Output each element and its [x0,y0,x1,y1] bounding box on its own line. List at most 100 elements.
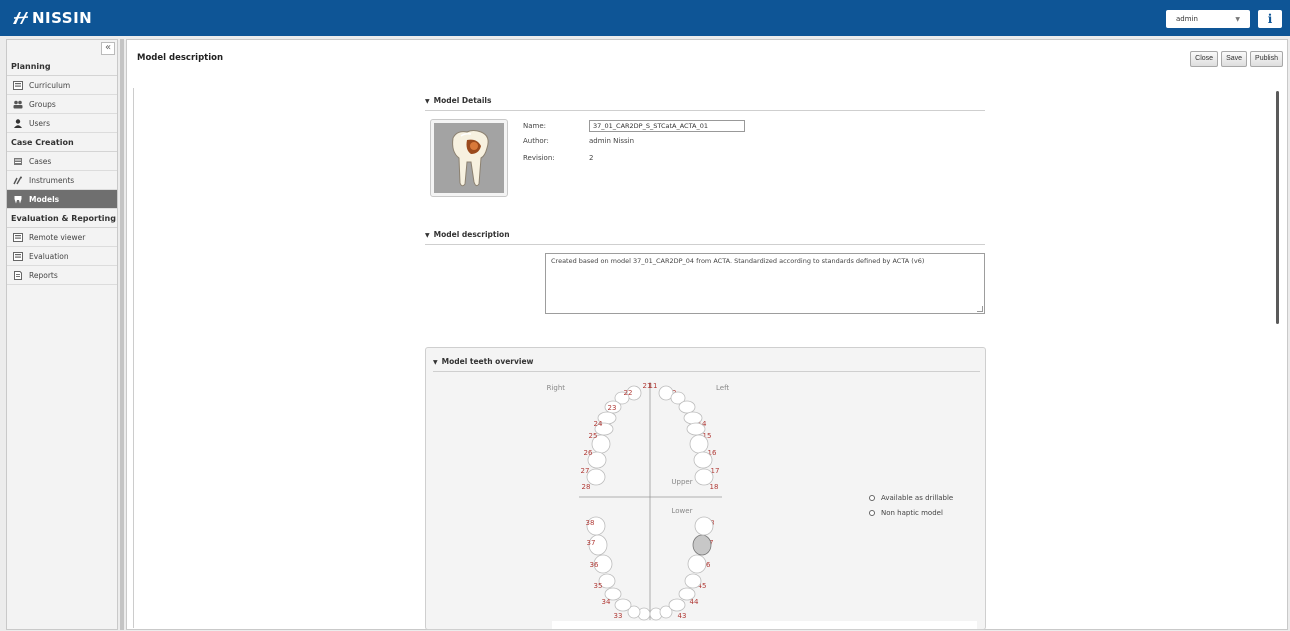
tooth-28[interactable] [694,468,714,486]
curriculum-icon [13,80,23,90]
radio-button[interactable] [869,495,875,501]
user-icon [14,118,22,128]
description-textarea[interactable]: Created based on model 37_01_CAR2DP_04 f… [545,253,985,314]
tooth-label-33: 33 [614,612,623,620]
tooth-label-26: 26 [584,449,593,457]
tooth-34[interactable] [678,587,696,601]
tooth-label-34: 34 [602,598,611,606]
sidebar-section-evaluation-reporting: Evaluation & Reporting [7,209,117,228]
description-text: Created based on model 37_01_CAR2DP_04 f… [551,257,925,265]
collapse-sidebar-button[interactable]: « [101,42,115,55]
right-side-label: Right [547,384,566,392]
model-name-input[interactable] [589,120,745,132]
sidebar-item-groups[interactable]: Groups [7,95,117,114]
upper-jaw-label: Upper [671,478,692,486]
remote-viewer-icon [13,232,23,242]
save-button[interactable]: Save [1221,51,1248,67]
vertical-scrollbar[interactable] [1276,91,1279,324]
tooth-label-27: 27 [581,467,590,475]
panel-footer [552,621,977,629]
cases-icon [14,157,22,165]
tooth-label-36: 36 [590,561,599,569]
tooth-43[interactable] [614,598,632,612]
sidebar-nav: Planning Curriculum Groups Users Case Cr… [7,57,117,285]
sidebar-item-reports[interactable]: Reports [7,266,117,285]
tooth-25[interactable] [686,422,706,436]
sidebar-item-remote-viewer[interactable]: Remote viewer [7,228,117,247]
radio-button[interactable] [869,510,875,516]
model-thumbnail [430,119,508,197]
tooth-label-43: 43 [678,612,687,620]
tooth-label-38: 38 [586,519,595,527]
model-description-header[interactable]: ▼ Model description [425,230,510,239]
sidebar-item-label: Models [29,194,60,204]
app-logo[interactable]: NISSIN [12,9,92,27]
tooth-23[interactable] [678,400,696,414]
info-button[interactable]: i [1258,10,1282,28]
reports-icon [14,270,22,280]
tooth-37[interactable] [692,534,712,556]
tooth-26[interactable] [689,434,709,454]
collapse-arrow-icon: ▼ [425,232,430,239]
sidebar-item-label: Evaluation [29,251,69,261]
non-haptic-model-option[interactable]: Non haptic model [869,509,943,517]
tooth-38[interactable] [694,516,714,536]
sidebar-item-cases[interactable]: Cases [7,152,117,171]
sidebar-item-label: Cases [29,156,52,166]
sidebar-item-label: Reports [29,270,58,280]
revision-label: Revision: [523,154,555,162]
tooth-label-28: 28 [582,483,591,491]
sidebar-item-curriculum[interactable]: Curriculum [7,76,117,95]
info-icon: i [1267,12,1273,26]
model-details-header[interactable]: ▼ Model Details [425,96,491,105]
sidebar: « Planning Curriculum Groups Users Case … [6,39,118,630]
action-toolbar: Close Save Publish [1190,51,1283,67]
tooth-24[interactable] [683,411,703,425]
sidebar-section-planning: Planning [7,57,117,76]
instruments-icon [13,176,22,184]
sidebar-item-evaluation[interactable]: Evaluation [7,247,117,266]
tooth-33[interactable] [668,598,686,612]
close-button[interactable]: Close [1190,51,1219,67]
top-bar: NISSIN admin ▼ i [0,0,1290,36]
section-divider [425,244,985,245]
sidebar-section-case-creation: Case Creation [7,133,117,152]
revision-value: 2 [589,154,594,162]
user-name: admin [1176,15,1198,23]
tooth-36[interactable] [687,554,707,574]
tooth-model-image [452,130,489,187]
dental-chart: RightLeftUpperLower111213141516171821222… [547,382,729,630]
tooth-label-37: 37 [587,539,596,547]
tooth-27[interactable] [693,451,713,469]
logo-text: NISSIN [32,9,93,27]
left-side-label: Left [716,384,729,392]
evaluation-icon [13,251,23,261]
chevron-down-icon: ▼ [1235,15,1240,23]
lower-jaw-label: Lower [672,507,693,515]
sidebar-splitter[interactable] [120,39,124,630]
tooth-label-25: 25 [589,432,598,440]
author-label: Author: [523,137,549,145]
sidebar-item-models[interactable]: Models [7,190,117,209]
main-panel: Model description Close Save Publish ▼ Mo… [126,39,1288,630]
tooth-label-24: 24 [594,420,603,428]
groups-icon [13,100,23,108]
tooth-label-35: 35 [594,582,603,590]
content-divider [133,88,134,628]
sidebar-item-label: Curriculum [29,80,71,90]
tooth-label-22: 22 [624,389,633,397]
available-as-drillable-option[interactable]: Available as drillable [869,494,953,502]
author-value: admin Nissin [589,137,635,145]
user-menu-button[interactable]: admin ▼ [1166,10,1250,28]
tooth-label-18: 18 [710,483,719,491]
tooth-35[interactable] [684,573,702,589]
section-title: Model Details [433,96,492,105]
sidebar-item-users[interactable]: Users [7,114,117,133]
section-title: Model description [433,230,510,239]
models-icon [14,195,22,203]
sidebar-item-instruments[interactable]: Instruments [7,171,117,190]
publish-button[interactable]: Publish [1250,51,1283,67]
option-label: Available as drillable [881,494,954,502]
resize-grip-icon[interactable] [977,306,983,312]
collapse-arrow-icon: ▼ [425,98,430,105]
